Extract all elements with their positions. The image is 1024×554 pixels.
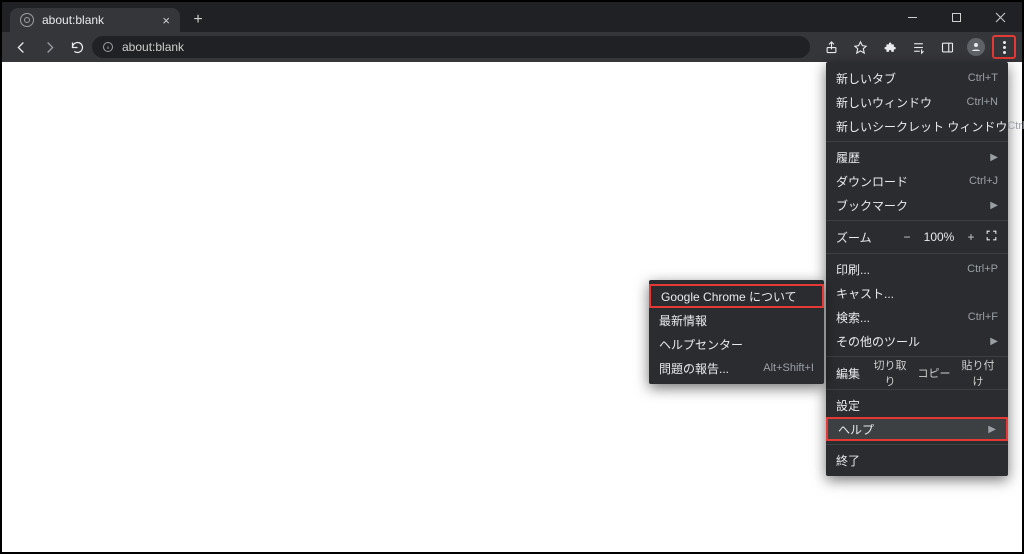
menu-history[interactable]: 履歴 ▶ <box>826 145 1008 169</box>
edit-cut[interactable]: 切り取り <box>870 357 910 389</box>
shortcut-text: Ctrl+F <box>968 311 998 323</box>
menu-new-window[interactable]: 新しいウィンドウ Ctrl+N <box>826 90 1008 114</box>
menu-zoom: ズーム − 100% + <box>826 224 1008 250</box>
menu-label: ヘルプ <box>838 421 984 438</box>
help-submenu: Google Chrome について 最新情報 ヘルプセンター 問題の報告...… <box>649 280 824 384</box>
shortcut-text: Ctrl+N <box>967 96 998 108</box>
menu-help[interactable]: ヘルプ ▶ <box>826 417 1008 441</box>
menu-label: 編集 <box>836 365 866 382</box>
avatar-icon <box>967 38 985 56</box>
zoom-value: 100% <box>921 230 957 244</box>
main-menu: 新しいタブ Ctrl+T 新しいウィンドウ Ctrl+N 新しいシークレット ウ… <box>826 62 1008 476</box>
site-info-icon[interactable] <box>102 41 114 53</box>
menu-label: 問題の報告... <box>659 360 763 377</box>
menu-bookmarks[interactable]: ブックマーク ▶ <box>826 193 1008 217</box>
toolbar-right-cluster <box>818 34 1016 60</box>
menu-label: Google Chrome について <box>661 288 812 305</box>
fullscreen-button[interactable] <box>985 229 998 245</box>
menu-label: ブックマーク <box>836 197 986 214</box>
menu-label: 終了 <box>836 452 998 469</box>
menu-label: キャスト... <box>836 285 998 302</box>
shortcut-text: Ctrl+T <box>968 72 998 84</box>
menu-label: ヘルプセンター <box>659 336 814 353</box>
chevron-right-icon: ▶ <box>990 200 998 211</box>
extensions-icon[interactable] <box>876 34 902 60</box>
menu-separator <box>826 253 1008 254</box>
bookmark-star-icon[interactable] <box>847 34 873 60</box>
menu-new-tab[interactable]: 新しいタブ Ctrl+T <box>826 66 1008 90</box>
browser-tab[interactable]: about:blank × <box>10 8 180 32</box>
toolbar: about:blank <box>2 32 1022 62</box>
menu-separator <box>826 220 1008 221</box>
menu-label: 最新情報 <box>659 312 814 329</box>
menu-label: その他のツール <box>836 333 986 350</box>
menu-label: 設定 <box>836 397 998 414</box>
menu-label: 検索... <box>836 309 968 326</box>
help-report-issue[interactable]: 問題の報告... Alt+Shift+I <box>649 356 824 380</box>
profile-button[interactable] <box>963 34 989 60</box>
tab-title: about:blank <box>42 13 154 27</box>
menu-cast[interactable]: キャスト... <box>826 281 1008 305</box>
shortcut-text: Alt+Shift+I <box>763 362 814 374</box>
edit-paste[interactable]: 貼り付け <box>958 357 998 389</box>
menu-label: 新しいシークレット ウィンドウ <box>836 118 1007 135</box>
window-minimize-button[interactable] <box>890 2 934 32</box>
menu-label: ズーム <box>836 229 893 246</box>
url-text: about:blank <box>122 40 184 54</box>
menu-edit-row: 編集 切り取り コピー 貼り付け <box>826 360 1008 386</box>
vertical-dots-icon <box>1003 41 1006 54</box>
globe-icon <box>20 13 34 27</box>
help-help-center[interactable]: ヘルプセンター <box>649 332 824 356</box>
shortcut-text: Ctrl+Shift+N <box>1007 120 1024 132</box>
menu-downloads[interactable]: ダウンロード Ctrl+J <box>826 169 1008 193</box>
menu-find[interactable]: 検索... Ctrl+F <box>826 305 1008 329</box>
edit-copy[interactable]: コピー <box>914 365 954 381</box>
menu-separator <box>826 444 1008 445</box>
shortcut-text: Ctrl+J <box>969 175 998 187</box>
menu-label: 履歴 <box>836 149 986 166</box>
zoom-out-button[interactable]: − <box>899 230 915 244</box>
kebab-menu-button[interactable] <box>992 35 1016 59</box>
chevron-right-icon: ▶ <box>988 424 996 435</box>
help-about-chrome[interactable]: Google Chrome について <box>649 284 824 308</box>
menu-settings[interactable]: 設定 <box>826 393 1008 417</box>
menu-label: 新しいウィンドウ <box>836 94 967 111</box>
app-frame: about:blank × + about:blank <box>0 0 1024 554</box>
title-bar: about:blank × + <box>2 2 1022 32</box>
address-bar[interactable]: about:blank <box>92 36 810 58</box>
reload-button[interactable] <box>64 34 90 60</box>
menu-more-tools[interactable]: その他のツール ▶ <box>826 329 1008 353</box>
reading-list-icon[interactable] <box>905 34 931 60</box>
close-tab-icon[interactable]: × <box>162 13 170 28</box>
back-button[interactable] <box>8 34 34 60</box>
menu-new-incognito[interactable]: 新しいシークレット ウィンドウ Ctrl+Shift+N <box>826 114 1008 138</box>
zoom-in-button[interactable]: + <box>963 230 979 244</box>
share-icon[interactable] <box>818 34 844 60</box>
shortcut-text: Ctrl+P <box>967 263 998 275</box>
menu-exit[interactable]: 終了 <box>826 448 1008 472</box>
menu-label: 印刷... <box>836 261 967 278</box>
help-whats-new[interactable]: 最新情報 <box>649 308 824 332</box>
window-close-button[interactable] <box>978 2 1022 32</box>
menu-label: ダウンロード <box>836 173 969 190</box>
forward-button[interactable] <box>36 34 62 60</box>
menu-label: 新しいタブ <box>836 70 968 87</box>
chevron-right-icon: ▶ <box>990 336 998 347</box>
window-maximize-button[interactable] <box>934 2 978 32</box>
side-panel-icon[interactable] <box>934 34 960 60</box>
chevron-right-icon: ▶ <box>990 152 998 163</box>
menu-separator <box>826 141 1008 142</box>
menu-separator <box>826 389 1008 390</box>
new-tab-button[interactable]: + <box>186 8 210 32</box>
menu-print[interactable]: 印刷... Ctrl+P <box>826 257 1008 281</box>
